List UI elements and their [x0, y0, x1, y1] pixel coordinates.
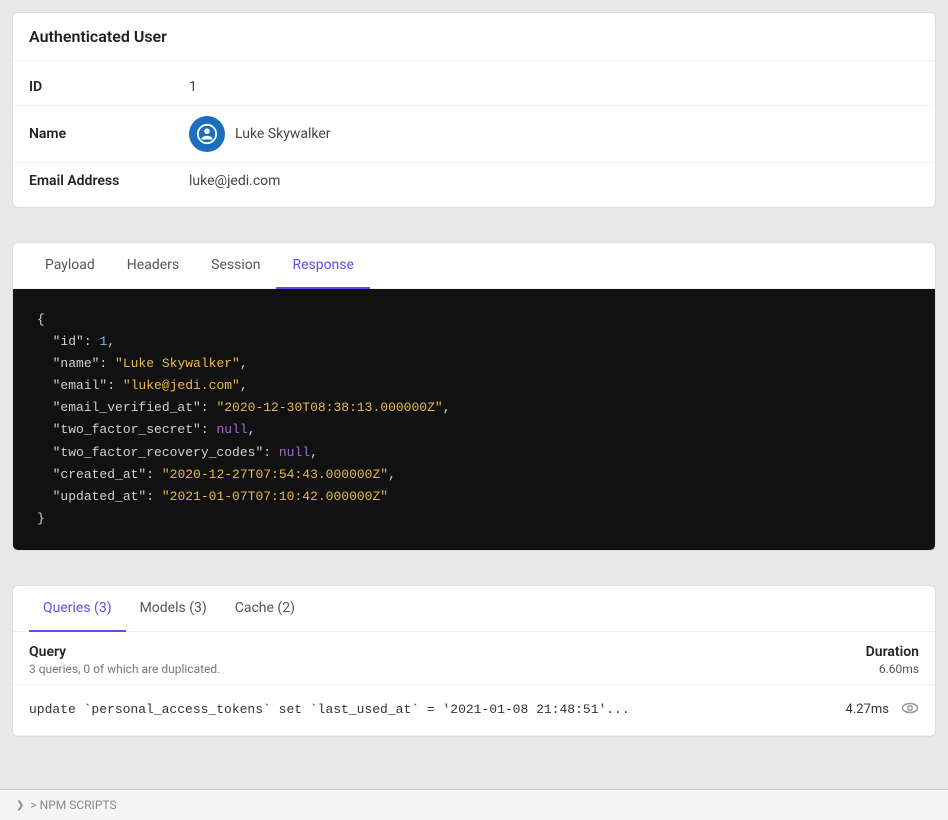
tab-session[interactable]: Session: [195, 243, 276, 289]
card-title: Authenticated User: [13, 13, 935, 61]
name-label: Name: [29, 126, 189, 142]
avatar: [189, 116, 225, 152]
bottom-bar[interactable]: ❯ > NPM SCRIPTS: [0, 789, 948, 820]
queries-tabs-header: Queries (3) Models (3) Cache (2): [13, 586, 935, 632]
duration-value: 6.60ms: [866, 662, 919, 676]
tab-response[interactable]: Response: [276, 243, 370, 289]
info-table: ID 1 Name Luke Skywalker Email Address l…: [13, 61, 935, 207]
query-duration: 4.27ms: [846, 702, 889, 717]
response-tabs-card: Payload Headers Session Response { "id":…: [12, 242, 936, 551]
tab-cache[interactable]: Cache (2): [221, 586, 309, 632]
id-value: 1: [189, 79, 197, 95]
email-value: luke@jedi.com: [189, 173, 280, 189]
tab-headers[interactable]: Headers: [111, 243, 195, 289]
query-row: update `personal_access_tokens` set `las…: [13, 685, 935, 736]
chevron-right-icon: ❯: [16, 800, 24, 811]
info-row-id: ID 1: [13, 69, 935, 106]
query-column-label: Query: [29, 644, 220, 660]
queries-summary-left: Query 3 queries, 0 of which are duplicat…: [29, 644, 220, 676]
queries-card: Queries (3) Models (3) Cache (2) Query 3…: [12, 585, 936, 737]
queries-summary: Query 3 queries, 0 of which are duplicat…: [13, 632, 935, 685]
tab-models[interactable]: Models (3): [126, 586, 221, 632]
query-text: update `personal_access_tokens` set `las…: [29, 702, 826, 717]
response-tabs-header: Payload Headers Session Response: [13, 243, 935, 289]
info-row-email: Email Address luke@jedi.com: [13, 163, 935, 199]
code-block: { "id": 1, "name": "Luke Skywalker", "em…: [13, 289, 935, 550]
name-text: Luke Skywalker: [235, 126, 331, 142]
name-value: Luke Skywalker: [189, 116, 331, 152]
tab-queries[interactable]: Queries (3): [29, 586, 126, 632]
authenticated-user-card: Authenticated User ID 1 Name Luke Skywal…: [12, 12, 936, 208]
eye-icon[interactable]: [901, 699, 919, 721]
id-label: ID: [29, 79, 189, 95]
spacer-2: [0, 563, 948, 573]
info-row-name: Name Luke Skywalker: [13, 106, 935, 163]
npm-scripts-label: > NPM SCRIPTS: [30, 798, 116, 812]
email-label: Email Address: [29, 173, 189, 189]
spacer: [0, 220, 948, 230]
queries-summary-right: Duration 6.60ms: [866, 644, 919, 676]
duration-column-label: Duration: [866, 644, 919, 660]
tab-payload[interactable]: Payload: [29, 243, 111, 289]
query-sub-label: 3 queries, 0 of which are duplicated.: [29, 662, 220, 676]
